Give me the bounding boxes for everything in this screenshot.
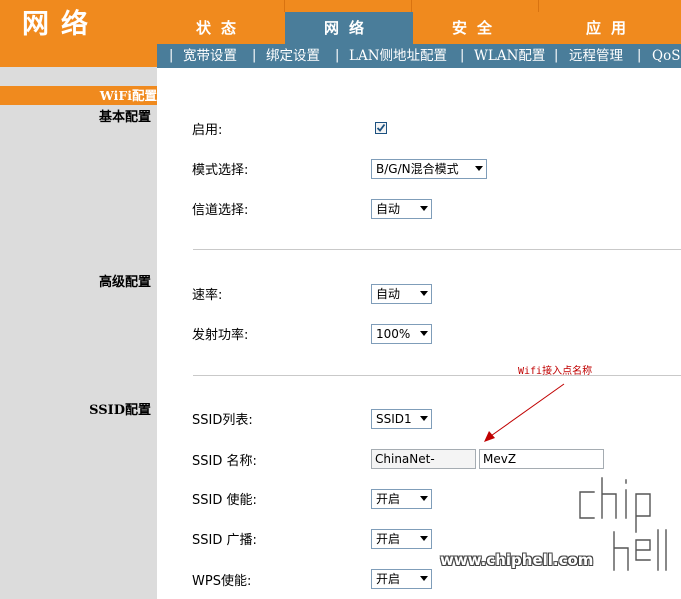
check-icon: [376, 123, 386, 132]
separator: |: [637, 48, 642, 63]
ssid-broadcast-label: SSID 广播:: [192, 533, 257, 548]
channel-label: 信道选择:: [192, 203, 249, 218]
ssid-enable-value: 开启: [376, 492, 401, 506]
dropdown-arrow-icon: [420, 496, 428, 501]
channel-select-value: 自动: [376, 202, 401, 216]
mode-select-value: B/G/N混合模式: [376, 162, 459, 176]
rate-label: 速率:: [192, 288, 223, 303]
divider: [193, 249, 681, 250]
subnav-lan-address[interactable]: LAN侧地址配置: [349, 44, 447, 68]
tab-status[interactable]: 状态: [157, 12, 285, 44]
power-select-value: 100%: [376, 327, 411, 341]
subnav-binding[interactable]: 绑定设置: [266, 44, 320, 68]
wps-enable-value: 开启: [376, 572, 401, 586]
main-tab-bar: 状态 网络 安全 应用: [157, 12, 681, 44]
enable-label: 启用:: [192, 123, 223, 138]
mode-label: 模式选择:: [192, 163, 249, 178]
section-title: 网络: [22, 9, 100, 40]
subnav-qos[interactable]: QoS: [652, 44, 680, 68]
power-label: 发射功率:: [192, 328, 249, 343]
subnav-broadband[interactable]: 宽带设置: [183, 44, 237, 68]
tab-network[interactable]: 网络: [285, 12, 413, 44]
ssid-list-label: SSID列表:: [192, 413, 253, 428]
wps-enable-select[interactable]: 开启: [371, 569, 432, 589]
subnav-wlan[interactable]: WLAN配置: [474, 44, 545, 68]
watermark-url: www.chiphell.com: [440, 551, 594, 569]
subnav-remote[interactable]: 远程管理: [569, 44, 623, 68]
ssid-prefix-field: ChinaNet-: [371, 449, 476, 469]
tab-application[interactable]: 应用: [541, 12, 681, 44]
divider: [193, 375, 681, 376]
sub-navigation: | 宽带设置 | 绑定设置 | LAN侧地址配置 | WLAN配置 | 远程管理…: [157, 44, 681, 68]
separator: |: [169, 48, 174, 63]
top-strip: [157, 0, 681, 12]
sidebar-item-wifi[interactable]: WiFi配置: [0, 86, 157, 105]
separator: |: [554, 48, 559, 63]
ssid-broadcast-value: 开启: [376, 532, 401, 546]
chiphell-logo-icon: [577, 475, 669, 573]
annotation-arrow-icon: [484, 383, 565, 442]
dropdown-arrow-icon: [420, 331, 428, 336]
separator: |: [335, 48, 340, 63]
enable-checkbox[interactable]: [375, 122, 387, 134]
dropdown-arrow-icon: [475, 166, 483, 171]
tab-security[interactable]: 安全: [413, 12, 541, 44]
channel-select[interactable]: 自动: [371, 199, 432, 219]
power-select[interactable]: 100%: [371, 324, 432, 344]
section-advanced-config: 高级配置: [98, 275, 151, 290]
rate-select[interactable]: 自动: [371, 284, 432, 304]
section-basic-config: 基本配置: [98, 110, 151, 125]
dropdown-arrow-icon: [420, 536, 428, 541]
dropdown-arrow-icon: [420, 416, 428, 421]
ssid-enable-label: SSID 使能:: [192, 493, 257, 508]
separator: |: [252, 48, 257, 63]
section-ssid-config: SSID配置: [89, 403, 151, 418]
dropdown-arrow-icon: [420, 576, 428, 581]
rate-select-value: 自动: [376, 287, 401, 301]
ssid-enable-select[interactable]: 开启: [371, 489, 432, 509]
wps-enable-label: WPS使能:: [192, 574, 252, 589]
ssid-list-select[interactable]: SSID1: [371, 409, 432, 429]
sidebar: [0, 67, 157, 599]
annotation-label: Wifi接入点名称: [518, 366, 593, 377]
dropdown-arrow-icon: [420, 291, 428, 296]
ssid-name-input[interactable]: MevZ: [479, 449, 604, 469]
ssid-list-value: SSID1: [376, 412, 412, 426]
mode-select[interactable]: B/G/N混合模式: [371, 159, 487, 179]
separator: |: [460, 48, 465, 63]
dropdown-arrow-icon: [420, 206, 428, 211]
ssid-name-label: SSID 名称:: [192, 454, 257, 469]
ssid-broadcast-select[interactable]: 开启: [371, 529, 432, 549]
